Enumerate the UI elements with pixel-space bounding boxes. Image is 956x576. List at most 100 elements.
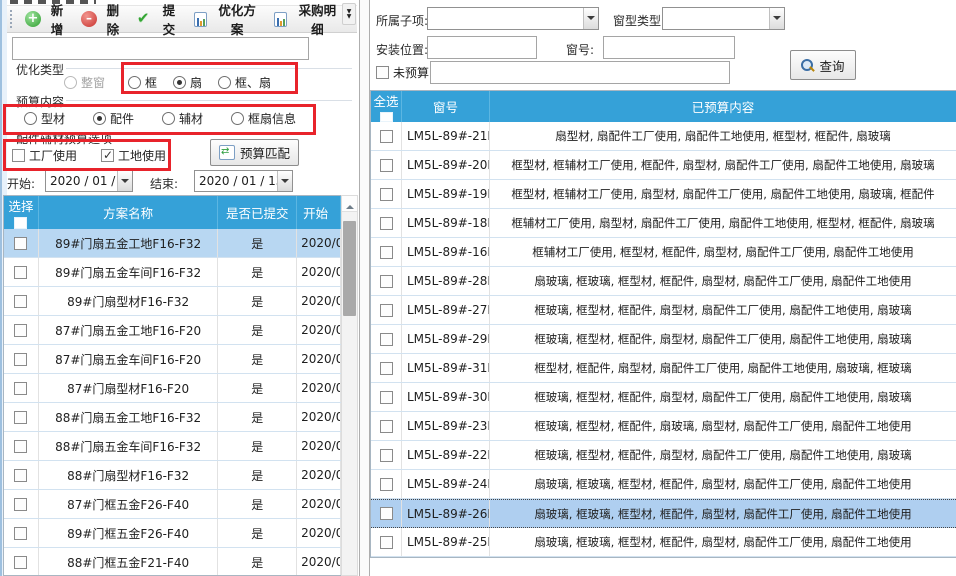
plan-row[interactable]: 89#门扇五金工地F16-F32 是 2020/0 (4, 229, 341, 258)
window-row[interactable]: LM5L-89#-18F16 框辅材工厂使用, 扇型材, 扇配件工厂使用, 扇配… (371, 209, 956, 238)
plan-row[interactable]: 88#门框五金F21-F40 是 2020/0 (4, 548, 341, 576)
checkbox-option[interactable]: 工厂使用 (12, 147, 77, 164)
window-row[interactable]: LM5L-89#-19F17 框型材, 框辅材工厂使用, 扇型材, 扇配件工厂使… (371, 180, 956, 209)
row-checkbox[interactable] (380, 304, 393, 317)
row-checkbox[interactable] (380, 246, 393, 259)
row-checkbox[interactable] (14, 295, 27, 308)
plan-row[interactable]: 88#门扇五金工地F16-F32 是 2020/0 (4, 403, 341, 432)
window-type-select[interactable] (662, 7, 785, 30)
no-budget-checkbox[interactable]: 未预算: (376, 64, 433, 81)
window-row[interactable]: LM5L-89#-29F27 框玻璃, 框型材, 框配件, 扇型材, 扇配件工厂… (371, 325, 956, 354)
install-position-input[interactable] (427, 36, 537, 59)
scroll-up-arrow-icon[interactable] (342, 196, 357, 212)
row-checkbox[interactable] (380, 188, 393, 201)
window-row[interactable]: LM5L-89#-25F23 扇玻璃, 框玻璃, 框型材, 框配件, 扇型材, … (371, 528, 956, 557)
window-row[interactable]: LM5L-89#-22F20 框玻璃, 框型材, 框配件, 扇型材, 扇配件工厂… (371, 441, 956, 470)
plan-row[interactable]: 88#门扇型材F16-F32 是 2020/0 (4, 461, 341, 490)
plan-row[interactable]: 87#门框五金F26-F40 是 2020/0 (4, 490, 341, 519)
row-checkbox[interactable] (380, 536, 393, 549)
window-row[interactable]: LM5L-89#-31F29 框型材, 框配件, 扇型材, 扇配件工厂使用, 扇… (371, 354, 956, 383)
toolbar-overflow-button[interactable]: ▼▼ (342, 3, 356, 25)
panel-splitter[interactable] (359, 0, 370, 576)
row-checkbox[interactable] (380, 217, 393, 230)
row-checkbox[interactable] (380, 478, 393, 491)
select-all-checkbox[interactable] (14, 217, 27, 229)
checkbox-option[interactable]: 工地使用 (101, 147, 166, 164)
window-row[interactable]: LM5L-89#-20F18 框型材, 框辅材工厂使用, 框配件, 扇型材, 扇… (371, 151, 956, 180)
end-date-picker[interactable]: 2020 / 01 / 13 (194, 170, 293, 192)
row-checkbox[interactable] (14, 527, 27, 540)
plan-table-scrollbar[interactable] (341, 195, 358, 576)
accessory-options-label: 配件辅材预算选项 (14, 130, 114, 147)
radio-option[interactable]: 辅材 (162, 110, 203, 127)
row-checkbox[interactable] (380, 130, 393, 143)
row-checkbox[interactable] (380, 391, 393, 404)
plan-row[interactable]: 88#门扇五金车间F16-F32 是 2020/0 (4, 432, 341, 461)
plan-row[interactable]: 87#门扇型材F16-F20 是 2020/0 (4, 374, 341, 403)
chevron-down-icon[interactable] (583, 8, 598, 29)
budget-content-options: 型材 配件 辅材 框扇信息 (24, 110, 296, 127)
row-checkbox[interactable] (14, 469, 27, 482)
row-checkbox[interactable] (14, 353, 27, 366)
toolbar-grip[interactable] (10, 10, 13, 28)
plan-row[interactable]: 89#门框五金F26-F40 是 2020/0 (4, 519, 341, 548)
plan-row[interactable]: 89#门扇型材F16-F32 是 2020/0 (4, 287, 341, 316)
chevron-down-icon[interactable] (117, 171, 132, 191)
chevron-down-icon[interactable] (769, 8, 784, 29)
window-row[interactable]: LM5L-89#-28F26 扇玻璃, 框玻璃, 框型材, 框配件, 扇型材, … (371, 267, 956, 296)
row-checkbox[interactable] (14, 411, 27, 424)
radio-option[interactable]: 整窗 (64, 74, 105, 91)
radio-control (162, 112, 175, 125)
select-all-checkbox[interactable] (380, 112, 393, 122)
optimize-type-options: 框 扇 框、扇 (128, 74, 271, 91)
row-checkbox[interactable] (14, 382, 27, 395)
toolbar-button[interactable]: 新增 ▾ (19, 0, 75, 41)
query-button[interactable]: 查询 (790, 50, 856, 80)
window-row[interactable]: LM5L-89#-26F24 扇玻璃, 框玻璃, 框型材, 框配件, 扇型材, … (371, 499, 956, 528)
budget-match-button[interactable]: 预算匹配 (210, 139, 299, 166)
row-checkbox[interactable] (14, 440, 27, 453)
window-no-input[interactable] (603, 36, 735, 59)
sub-item-select[interactable] (427, 7, 599, 30)
row-checkbox[interactable] (380, 420, 393, 433)
window-row[interactable]: LM5L-89#-21F19 扇型材, 扇配件工厂使用, 扇配件工地使用, 框型… (371, 122, 956, 151)
window-row[interactable]: LM5L-89#-23F21 框玻璃, 框型材, 框配件, 扇玻璃, 扇型材, … (371, 412, 956, 441)
row-checkbox[interactable] (14, 324, 27, 337)
toolbar-button[interactable]: 删除 ▾ (75, 0, 131, 41)
row-checkbox[interactable] (380, 159, 393, 172)
radio-option[interactable]: 配件 (93, 110, 134, 127)
start-date-label: 开始: (7, 175, 35, 192)
toolbar-button[interactable]: 提交 ▾ (131, 0, 187, 41)
start-date-picker[interactable]: 2020 / 01 / 1 (45, 170, 133, 192)
radio-option[interactable]: 框、扇 (218, 74, 271, 91)
chevron-down-icon[interactable] (277, 171, 292, 191)
plan-row[interactable]: 87#门扇五金工地F16-F20 是 2020/0 (4, 316, 341, 345)
window-row[interactable]: LM5L-89#-16F15 框辅材工厂使用, 框型材, 框配件, 扇型材, 扇… (371, 238, 956, 267)
row-checkbox[interactable] (14, 556, 27, 569)
radio-option[interactable]: 型材 (24, 110, 65, 127)
row-checkbox[interactable] (14, 266, 27, 279)
row-checkbox[interactable] (14, 237, 27, 250)
window-row[interactable]: LM5L-89#-30F28 框玻璃, 框型材, 框配件, 扇型材, 扇配件工厂… (371, 383, 956, 412)
window-row[interactable]: LM5L-89#-24F22 扇玻璃, 框玻璃, 框型材, 框配件, 扇型材, … (371, 470, 956, 499)
toolbar-button[interactable]: 优化方案 ▾ (187, 0, 267, 41)
window-row[interactable]: LM5L-89#-27F25 框玻璃, 框型材, 框配件, 扇型材, 扇配件工厂… (371, 296, 956, 325)
plan-name: 87#门扇型材F16-F20 (39, 374, 218, 402)
radio-option[interactable]: 框 (128, 74, 157, 91)
plan-search-input[interactable] (12, 37, 309, 60)
radio-option[interactable]: 框扇信息 (231, 110, 296, 127)
row-checkbox[interactable] (380, 449, 393, 462)
plan-submitted: 是 (218, 548, 297, 576)
plan-row[interactable]: 87#门扇五金车间F16-F20 是 2020/0 (4, 345, 341, 374)
row-checkbox[interactable] (380, 507, 393, 520)
scrollbar-thumb[interactable] (343, 221, 356, 316)
row-checkbox[interactable] (380, 362, 393, 375)
row-checkbox[interactable] (380, 275, 393, 288)
plan-row[interactable]: 89#门扇五金车间F16-F32 是 2020/0 (4, 258, 341, 287)
plan-name: 88#门扇五金工地F16-F32 (39, 403, 218, 431)
no-budget-input[interactable] (430, 61, 730, 84)
radio-option[interactable]: 扇 (173, 74, 202, 91)
row-checkbox[interactable] (380, 333, 393, 346)
row-checkbox[interactable] (14, 498, 27, 511)
budgeted-content: 框玻璃, 框型材, 框配件, 扇型材, 扇配件工厂使用, 扇配件工地使用, 扇玻… (490, 296, 956, 324)
